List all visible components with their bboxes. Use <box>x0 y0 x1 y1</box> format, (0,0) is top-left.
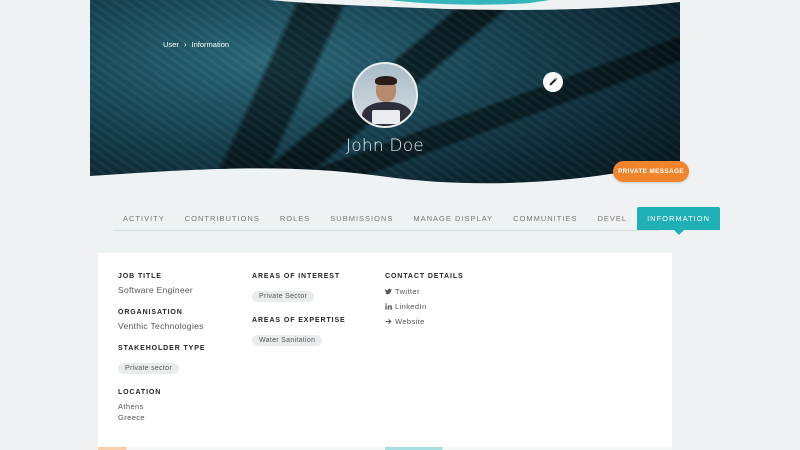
contact-details-label: CONTACT DETAILS <box>385 273 464 280</box>
tab-information[interactable]: INFORMATION <box>637 207 721 235</box>
stakeholder-type-tag[interactable]: Private sector <box>118 363 179 374</box>
private-message-button[interactable]: PRIVATE MESSAGE <box>613 161 689 182</box>
breadcrumb-separator: › <box>183 40 187 49</box>
linkedin-icon <box>385 303 392 310</box>
info-column-2: AREAS OF INTEREST Private Sector AREAS O… <box>252 273 382 361</box>
profile-tabs: ACTIVITY CONTRIBUTIONS ROLES SUBMISSIONS… <box>113 207 721 235</box>
contact-link-website[interactable]: Website <box>385 317 515 326</box>
profile-cover: User › Information John Doe <box>90 0 680 200</box>
avatar <box>352 62 418 128</box>
areas-of-interest-group: AREAS OF INTEREST Private Sector <box>252 273 382 303</box>
information-card: JOB TITLE Software Engineer ORGANISATION… <box>98 253 672 450</box>
location-city: Athens <box>118 402 144 411</box>
stakeholder-type-group: STAKEHOLDER TYPE Private sector <box>118 345 248 375</box>
location-country: Greece <box>118 413 145 422</box>
contact-link-twitter[interactable]: Twitter <box>385 287 515 296</box>
location-group: LOCATION Athens Greece <box>118 389 248 423</box>
areas-of-interest-tag[interactable]: Private Sector <box>252 291 315 302</box>
location-label: LOCATION <box>118 389 162 396</box>
organisation-group: ORGANISATION Venthic Technologies <box>118 309 248 331</box>
twitter-icon <box>385 288 392 295</box>
areas-of-interest-label: AREAS OF INTEREST <box>252 273 341 280</box>
stakeholder-type-label: STAKEHOLDER TYPE <box>118 345 206 352</box>
breadcrumb: User › Information <box>163 40 229 49</box>
areas-of-expertise-tag[interactable]: Water Sanitation <box>252 335 323 346</box>
tab-manage-display[interactable]: MANAGE DISPLAY <box>403 207 503 230</box>
tab-submissions[interactable]: SUBMISSIONS <box>320 207 403 230</box>
cover-bottom-wave <box>90 168 680 200</box>
cover-top-wave <box>90 0 680 10</box>
tab-devel[interactable]: DEVEL <box>587 207 637 230</box>
pencil-icon <box>549 77 558 86</box>
arrow-right-icon <box>385 319 392 324</box>
tab-activity[interactable]: ACTIVITY <box>113 207 175 230</box>
organisation-value: Venthic Technologies <box>118 321 204 331</box>
areas-of-expertise-label: AREAS OF EXPERTISE <box>252 317 346 324</box>
info-column-3: CONTACT DETAILS Twitter LinkedIn Website <box>385 273 515 340</box>
areas-of-expertise-group: AREAS OF EXPERTISE Water Sanitation <box>252 317 382 347</box>
tab-communities[interactable]: COMMUNITIES <box>503 207 587 230</box>
job-title-value: Software Engineer <box>118 285 194 295</box>
contact-link-linkedin[interactable]: LinkedIn <box>385 302 515 311</box>
edit-profile-button[interactable] <box>543 72 563 92</box>
contact-link-label: Twitter <box>395 287 420 296</box>
breadcrumb-item-information: Information <box>191 40 230 49</box>
breadcrumb-item-user[interactable]: User <box>163 40 179 49</box>
contact-link-label: LinkedIn <box>395 302 427 311</box>
tab-roles[interactable]: ROLES <box>270 207 320 230</box>
profile-name: John Doe <box>346 136 424 156</box>
organisation-label: ORGANISATION <box>118 309 183 316</box>
contact-link-label: Website <box>395 317 425 326</box>
contact-details-group: CONTACT DETAILS Twitter LinkedIn Website <box>385 273 515 326</box>
tab-contributions[interactable]: CONTRIBUTIONS <box>175 207 270 230</box>
info-column-1: JOB TITLE Software Engineer ORGANISATION… <box>118 273 248 437</box>
job-title-label: JOB TITLE <box>118 273 162 280</box>
job-title-group: JOB TITLE Software Engineer <box>118 273 248 295</box>
